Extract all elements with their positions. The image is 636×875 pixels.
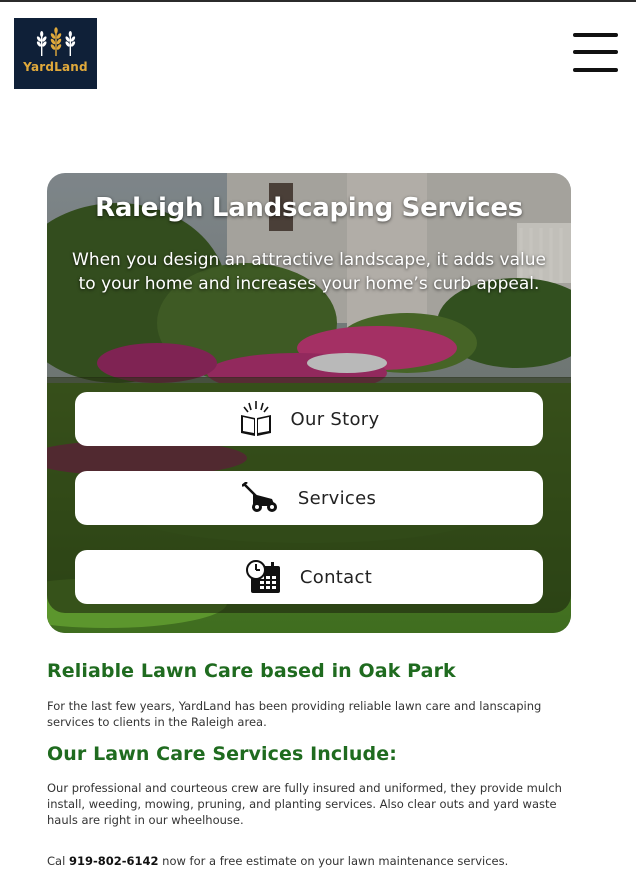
contact-button[interactable]: Contact	[75, 550, 543, 604]
hero-title: Raleigh Landscaping Services	[95, 193, 523, 223]
top-border	[0, 0, 636, 2]
services-label: Services	[297, 487, 377, 509]
services-button[interactable]: Services	[75, 471, 543, 525]
hamburger-menu-icon[interactable]	[573, 33, 618, 73]
lawn-mower-icon	[241, 482, 277, 512]
menu-bar	[573, 50, 618, 54]
hero-section: Raleigh Landscaping Services When you de…	[47, 173, 571, 633]
cta-suffix: now for a free estimate on your lawn mai…	[158, 854, 509, 868]
contact-label: Contact	[299, 566, 373, 588]
section-text-services: Our professional and courteous crew are …	[47, 781, 562, 827]
yardland-logo[interactable]: YardLand	[14, 18, 97, 89]
logo-text: YardLand	[23, 60, 88, 74]
our-story-label: Our Story	[290, 408, 380, 430]
cta-prefix: Cal	[47, 854, 69, 868]
hero-subtitle: When you design an attractive landscape,…	[72, 250, 546, 294]
phone-number-link[interactable]: 919-802-6142	[69, 854, 159, 868]
menu-bar	[573, 33, 618, 37]
menu-bar	[573, 68, 618, 72]
wheat-icon	[36, 27, 75, 56]
section-text-lawn-care: For the last few years, YardLand has bee…	[47, 699, 542, 729]
section-heading-services: Our Lawn Care Services Include:	[47, 743, 397, 765]
call-to-action: Cal 919-802-6142 now for a free estimate…	[47, 853, 577, 869]
section-heading-lawn-care: Reliable Lawn Care based in Oak Park	[47, 660, 456, 682]
our-story-button[interactable]: Our Story	[75, 392, 543, 446]
open-book-icon	[240, 401, 271, 436]
calendar-clock-icon	[245, 560, 280, 593]
